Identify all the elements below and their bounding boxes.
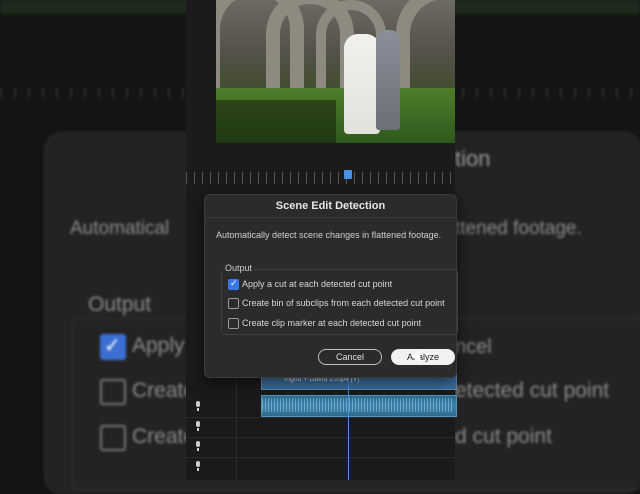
track-divider [186, 437, 455, 438]
create-marker-label[interactable]: Create clip marker at each detected cut … [242, 318, 421, 328]
microphone-icon[interactable] [194, 421, 202, 431]
microphone-icon[interactable] [194, 441, 202, 451]
background-option-1: Apply [132, 334, 185, 357]
background-cancel: ncel [455, 336, 492, 358]
apply-cut-label[interactable]: Apply a cut at each detected cut point [242, 279, 392, 289]
cancel-button[interactable]: Cancel [318, 349, 382, 365]
background-option-2-right: etected cut point [455, 379, 610, 402]
video-preview [216, 0, 455, 143]
dialog-description: Automatically detect scene changes in fl… [216, 230, 442, 240]
output-label: Output [223, 263, 255, 273]
timeline-tracks [186, 376, 455, 480]
background-option-3-right: d cut point [455, 425, 552, 448]
timeline-ruler[interactable] [186, 172, 455, 184]
background-description: Automatical [70, 218, 170, 239]
groom-figure [376, 30, 400, 130]
create-bin-label[interactable]: Create bin of subclips from each detecte… [242, 298, 445, 308]
dialog-title: Scene Edit Detection [275, 200, 386, 212]
playhead-line [348, 372, 349, 480]
background-checkbox-1 [100, 333, 126, 360]
playhead-marker[interactable] [344, 170, 352, 179]
background-checkbox-3 [100, 425, 126, 451]
background-output-label: Output [88, 293, 152, 316]
shadow-area [216, 100, 336, 143]
background-description-right: ttened footage. [455, 218, 582, 239]
background-title: tion [455, 146, 491, 171]
track-divider [186, 417, 455, 418]
microphone-icon[interactable] [194, 461, 202, 471]
background-checkbox-2 [100, 379, 126, 405]
apply-cut-checkbox[interactable] [228, 278, 239, 290]
bride-figure [344, 34, 380, 134]
microphone-icon[interactable] [194, 401, 202, 411]
audio-waveform [262, 398, 454, 412]
create-marker-checkbox[interactable] [228, 318, 239, 329]
track-header-divider [236, 376, 237, 480]
track-divider [186, 457, 455, 458]
create-bin-checkbox[interactable] [228, 298, 239, 309]
dialog-title-divider [205, 217, 456, 218]
